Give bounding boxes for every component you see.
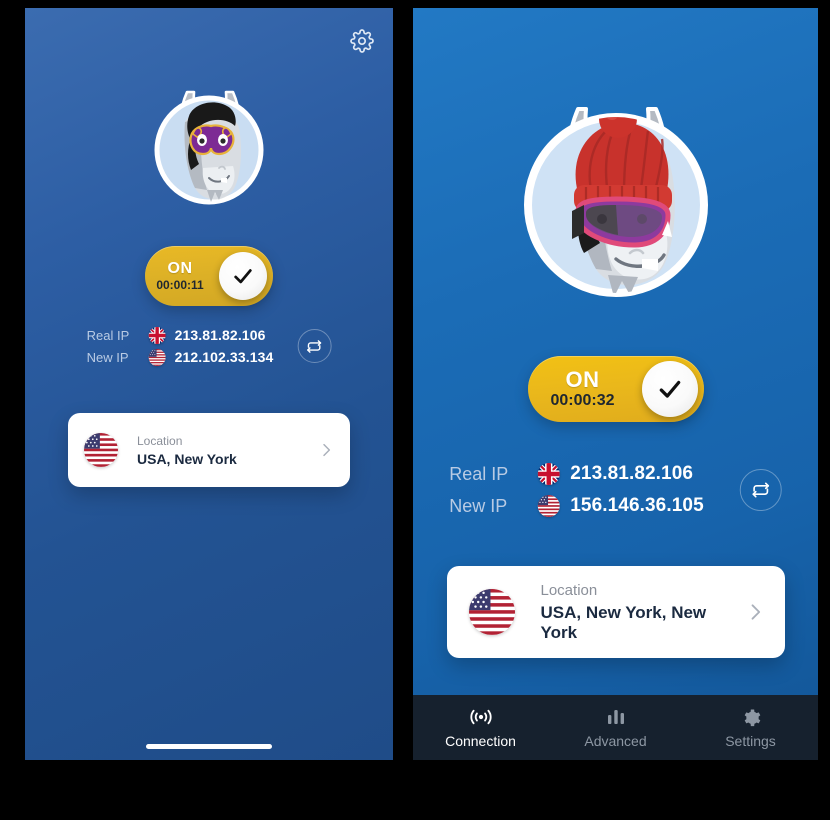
chevron-right-icon-glyph — [751, 604, 760, 620]
broadcast-icon — [469, 707, 493, 727]
nav-label-connection: Connection — [445, 732, 516, 749]
avatar — [25, 86, 393, 212]
location-value: USA, New York, New York — [540, 602, 707, 642]
real-ip-row: Real IP 213.81.82.106 — [87, 324, 274, 346]
refresh-ip-button[interactable] — [739, 469, 782, 511]
real-ip-label: Real IP — [449, 463, 509, 484]
location-card[interactable]: Location USA, New York, New York — [446, 566, 785, 658]
right-phone-screen: ON 00:00:32 Real IP 213.81.82.106 New IP… — [413, 8, 818, 760]
refresh-ip-icon — [307, 339, 322, 353]
ip-rows: Real IP 213.81.82.106 New IP — [87, 324, 274, 368]
new-ip-label: New IP — [449, 495, 508, 516]
toggle-text-group: ON 00:00:32 — [528, 368, 642, 410]
nav-item-advanced[interactable]: Advanced — [548, 707, 683, 749]
bar-chart-icon-glyph — [607, 709, 624, 724]
toggle-text-group: ON 00:00:11 — [145, 259, 219, 292]
real-ip-label: Real IP — [86, 327, 130, 343]
gear-icon-glyph — [350, 29, 374, 53]
uk-flag-icon — [537, 463, 560, 485]
toggle-state-label: ON — [167, 259, 193, 277]
ip-rows: Real IP 213.81.82.106 New IP — [449, 458, 704, 522]
vpn-toggle-button[interactable]: ON 00:00:32 — [527, 356, 704, 422]
broadcast-icon-glyph — [469, 709, 492, 724]
toggle-knob[interactable] — [219, 252, 267, 300]
nav-label-settings: Settings — [725, 732, 776, 749]
new-ip-label: New IP — [86, 349, 129, 365]
new-ip-value: 212.102.33.134 — [174, 349, 274, 365]
chevron-right-icon[interactable] — [745, 602, 765, 622]
gear-icon[interactable] — [349, 28, 375, 54]
new-ip-row: New IP — [449, 490, 704, 522]
refresh-ip-icon — [752, 482, 770, 498]
toggle-state-label: ON — [565, 367, 600, 393]
new-ip-row: New IP — [87, 346, 274, 368]
refresh-ip-button[interactable] — [297, 329, 332, 363]
real-ip-row: Real IP 213.81.82.106 — [449, 458, 703, 490]
home-indicator — [146, 744, 272, 749]
location-text-group: Location USA, New York, New York — [541, 582, 745, 643]
uk-flag-icon — [148, 326, 166, 344]
screenshot-stage: ON 00:00:11 Real IP 213.81.82.106 New IP… — [0, 0, 830, 820]
usa-flag-icon — [148, 348, 166, 366]
donkey-masquerade-avatar-art — [154, 90, 264, 205]
avatar — [413, 93, 818, 305]
usa-flag-icon — [468, 589, 515, 635]
nav-label-advanced: Advanced — [584, 732, 647, 749]
check-icon — [659, 380, 680, 398]
donkey-beanie-goggles-avatar-art — [523, 107, 708, 297]
chevron-right-icon-glyph — [323, 443, 331, 457]
bottom-navigation-bar: Connection Advanced Settings — [413, 695, 818, 760]
gear-filled-icon — [741, 707, 761, 727]
toggle-timer: 00:00:32 — [550, 392, 615, 410]
gear-filled-icon-glyph — [744, 709, 760, 726]
bar-chart-icon — [606, 707, 626, 727]
real-ip-value: 213.81.82.106 — [570, 463, 694, 484]
toggle-timer: 00:00:11 — [156, 277, 204, 292]
location-caption: Location — [540, 581, 598, 599]
left-phone-screen: ON 00:00:11 Real IP 213.81.82.106 New IP… — [25, 8, 393, 760]
vpn-toggle-button[interactable]: ON 00:00:11 — [145, 246, 273, 306]
location-card[interactable]: Location USA, New York — [68, 413, 350, 487]
toggle-knob[interactable] — [641, 361, 698, 417]
ip-info-block: Real IP 213.81.82.106 New IP — [449, 458, 782, 522]
chevron-right-icon[interactable] — [318, 442, 334, 458]
location-caption: Location — [137, 433, 183, 448]
check-icon — [234, 269, 252, 284]
location-value: USA, New York — [137, 450, 237, 467]
real-ip-value: 213.81.82.106 — [174, 327, 266, 343]
nav-item-settings[interactable]: Settings — [683, 707, 818, 749]
ip-info-block: Real IP 213.81.82.106 New IP — [87, 324, 332, 368]
usa-flag-icon — [537, 495, 560, 517]
usa-flag-icon — [84, 433, 118, 467]
new-ip-value: 156.146.36.105 — [570, 495, 704, 516]
location-text-group: Location USA, New York — [137, 434, 318, 467]
nav-item-connection[interactable]: Connection — [413, 707, 548, 749]
